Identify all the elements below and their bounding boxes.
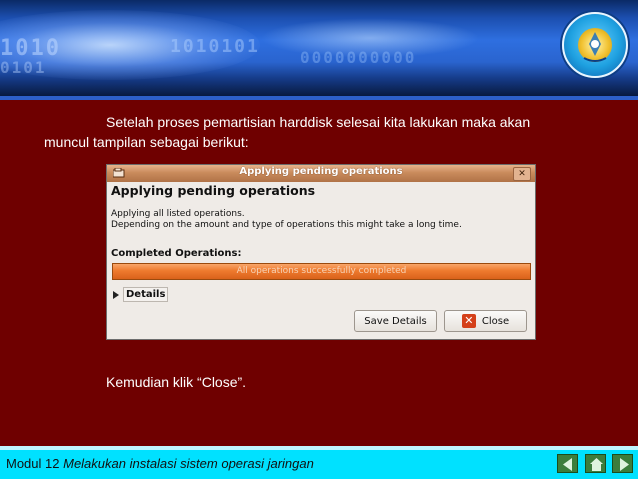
module-label: Modul 12 <box>6 456 60 471</box>
details-label[interactable]: Details <box>123 287 169 302</box>
footer-text: Modul 12 Melakukan instalasi sistem oper… <box>6 456 314 471</box>
close-button[interactable]: ✕ Close <box>444 310 527 332</box>
instruction-text: Kemudian klik “Close”. <box>106 374 247 390</box>
banner-divider <box>0 96 638 100</box>
dialog-heading: Applying pending operations <box>111 183 316 198</box>
dialog-description: Applying all listed operations. Dependin… <box>111 209 462 231</box>
save-details-button[interactable]: Save Details <box>354 310 437 332</box>
dialog-titlebar[interactable]: Applying pending operations ✕ <box>107 165 535 182</box>
save-details-label: Save Details <box>364 315 427 327</box>
prev-arrow-icon[interactable] <box>557 454 578 473</box>
footer-bar: Modul 12 Melakukan instalasi sistem oper… <box>0 450 638 479</box>
progress-text: All operations successfully completed <box>236 266 407 276</box>
details-expander[interactable]: Details <box>113 287 169 302</box>
paragraph-line-1: Setelah proses pemartisian harddisk sele… <box>106 114 531 130</box>
completed-operations-label: Completed Operations: <box>111 248 242 259</box>
next-arrow-icon[interactable] <box>612 454 633 473</box>
paragraph-line-2: muncul tampilan sebagai berikut: <box>44 134 249 150</box>
close-label: Close <box>481 315 510 327</box>
description-line-2: Depending on the amount and type of oper… <box>111 220 462 230</box>
apply-operations-dialog: Applying pending operations ✕ Applying p… <box>106 164 536 340</box>
tut-wuri-handayani-logo-icon <box>562 12 628 78</box>
binary-decoration: 0000000000 <box>300 48 417 67</box>
progress-bar: All operations successfully completed <box>112 263 531 280</box>
binary-decoration: 1010101 <box>170 36 260 57</box>
home-icon[interactable] <box>585 454 606 473</box>
binary-decoration: 0101 <box>0 58 47 77</box>
dialog-title: Applying pending operations <box>239 166 403 177</box>
description-line-1: Applying all listed operations. <box>111 209 245 219</box>
module-title: Melakukan instalasi sistem operasi jarin… <box>63 456 314 471</box>
window-close-icon[interactable]: ✕ <box>513 167 531 181</box>
header-banner: 1010 0101 1010101 0000000000 <box>0 0 638 100</box>
close-icon: ✕ <box>461 314 476 328</box>
expand-triangle-icon[interactable] <box>113 290 119 299</box>
